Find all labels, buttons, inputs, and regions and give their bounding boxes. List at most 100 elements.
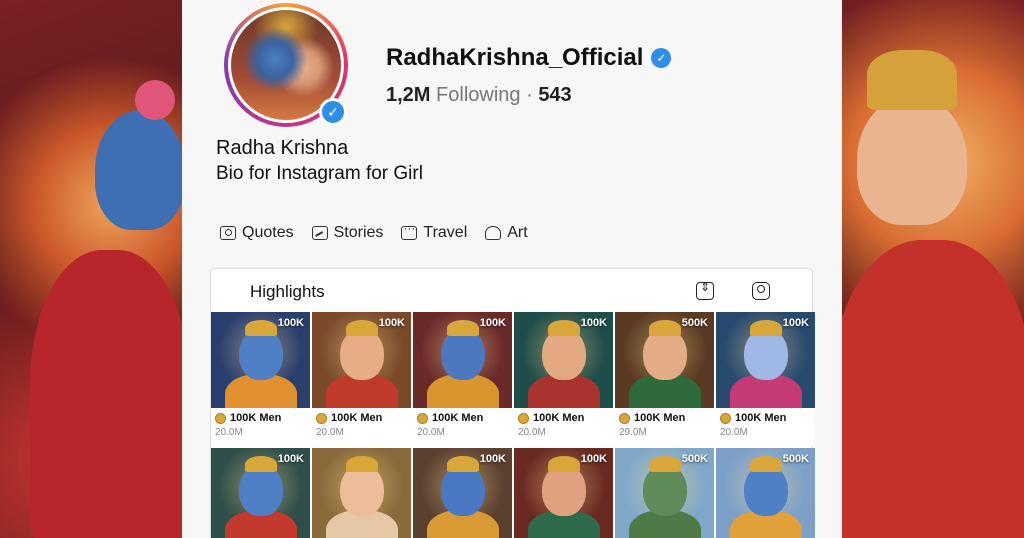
highlight-meta: 100K Men 20.0M (211, 408, 310, 446)
highlight-label-row: 100K Men (316, 412, 407, 424)
highlight-count: 20.0M (316, 427, 344, 438)
person-icon (485, 226, 502, 240)
highlight-tile[interactable]: 500K 100K Men 29.0M (615, 312, 714, 446)
thumb-crown (750, 320, 782, 336)
highlight-label-row: 100K Men (720, 412, 811, 424)
highlight-tile[interactable]: 500K (716, 448, 815, 538)
coin-icon (215, 412, 226, 424)
highlight-tile[interactable]: 100K 100K Men 20.0M (413, 312, 512, 446)
highlight-count: 20.0M (417, 427, 445, 438)
highlight-meta: 100K Men 20.0M (413, 408, 512, 446)
views-badge: 500K (681, 453, 708, 465)
highlight-tile[interactable] (312, 448, 411, 538)
highlight-tile[interactable]: 100K 100K Men 20.0M (514, 312, 613, 446)
profile-card: ✓ RadhaKrishna_Official ✓ 1,2M Following… (182, 0, 842, 538)
highlight-count: 20.0M (518, 427, 546, 438)
thumb-crown (346, 320, 378, 336)
highlight-thumbnail: 100K (413, 448, 512, 538)
highlight-tile[interactable]: 100K 100K Men 20.0M (716, 312, 815, 446)
highlight-label: 100K Men (634, 412, 686, 424)
highlight-tile[interactable]: 100K (514, 448, 613, 538)
highlight-label: 100K Men (331, 412, 383, 424)
following-label[interactable]: Following (436, 84, 520, 106)
thumb-crown (548, 456, 580, 472)
tag-art[interactable]: Art (485, 224, 528, 242)
verified-badge-icon: ✓ (319, 98, 347, 126)
highlight-label: 100K Men (735, 412, 787, 424)
bio-text: Bio for Instagram for Girl (216, 163, 423, 184)
views-badge: 100K (580, 453, 607, 465)
reorder-icon[interactable] (696, 280, 714, 300)
highlight-meta: 100K Men 29.0M (615, 408, 714, 446)
background-art-right (842, 0, 1024, 538)
highlight-label: 100K Men (230, 412, 282, 424)
highlight-label-row: 100K Men (215, 412, 306, 424)
camera-icon (220, 226, 236, 240)
art-crown (867, 50, 957, 110)
thumb-crown (245, 456, 277, 472)
thumb-crown (750, 456, 782, 472)
background-art-left (0, 0, 185, 538)
highlight-tile[interactable]: 100K 100K Men 20.0M (211, 312, 310, 446)
art-robe (30, 250, 185, 538)
following-count[interactable]: 543 (538, 84, 571, 106)
profile-tag-icon[interactable] (752, 282, 770, 300)
tag-quotes[interactable]: Quotes (220, 224, 294, 242)
views-badge: 100K (479, 453, 506, 465)
highlight-meta: 100K Men 20.0M (716, 408, 815, 446)
highlight-label-row: 100K Men (518, 412, 609, 424)
highlights-title: Highlights (250, 282, 325, 301)
username: RadhaKrishna_Official (386, 44, 644, 71)
tag-label: Stories (333, 224, 384, 241)
highlight-tile[interactable]: 100K (413, 448, 512, 538)
coin-icon (720, 412, 731, 424)
category-tags: Quotes Stories Travel Art (220, 221, 528, 242)
views-badge: 100K (378, 317, 405, 329)
travel-icon (401, 221, 418, 240)
views-badge: 100K (277, 317, 304, 329)
highlight-thumbnail: 100K (211, 312, 310, 408)
stats-separator: · (526, 84, 533, 106)
thumb-crown (447, 320, 479, 336)
highlight-thumbnail: 100K (413, 312, 512, 408)
highlight-label: 100K Men (533, 412, 585, 424)
highlight-thumbnail: 500K (615, 448, 714, 538)
highlight-thumbnail: 100K (514, 312, 613, 408)
art-flower (135, 80, 175, 120)
tag-label: Travel (423, 224, 468, 241)
highlights-panel: Highlights 100K 100K Men 20.0M 100K 100K Men… (210, 268, 815, 538)
views-badge: 500K (681, 317, 708, 329)
tag-travel[interactable]: Travel (401, 221, 468, 242)
highlight-count: 20.0M (720, 427, 748, 438)
highlight-count: 29.0M (619, 427, 647, 438)
highlight-thumbnail: 100K (211, 448, 310, 538)
art-radha-face (857, 95, 967, 225)
highlight-thumbnail: 100K (312, 312, 411, 408)
tag-stories[interactable]: Stories (311, 224, 384, 242)
views-badge: 100K (479, 317, 506, 329)
highlights-grid: 100K 100K Men 20.0M 100K 100K Men 20.0M 100K 10… (211, 312, 815, 538)
story-icon (311, 226, 328, 240)
art-robe (842, 240, 1024, 538)
views-badge: 500K (782, 453, 809, 465)
views-badge: 100K (580, 317, 607, 329)
coin-icon (316, 412, 327, 424)
highlight-thumbnail: 100K (514, 448, 613, 538)
tag-label: Art (507, 224, 528, 241)
thumb-crown (548, 320, 580, 336)
highlight-tile[interactable]: 100K 100K Men 20.0M (312, 312, 411, 446)
highlight-meta: 100K Men 20.0M (312, 408, 411, 446)
thumb-crown (447, 456, 479, 472)
display-name: Radha Krishna (216, 137, 349, 159)
highlight-label-row: 100K Men (619, 412, 710, 424)
highlights-header: Highlights (211, 269, 812, 311)
highlight-tile[interactable]: 500K (615, 448, 714, 538)
highlight-count: 20.0M (215, 427, 243, 438)
thumb-crown (649, 320, 681, 336)
views-badge: 100K (782, 317, 809, 329)
highlight-label: 100K Men (432, 412, 484, 424)
coin-icon (619, 412, 630, 424)
followers-count[interactable]: 1,2M (386, 84, 430, 106)
tag-label: Quotes (242, 224, 294, 241)
highlight-tile[interactable]: 100K (211, 448, 310, 538)
